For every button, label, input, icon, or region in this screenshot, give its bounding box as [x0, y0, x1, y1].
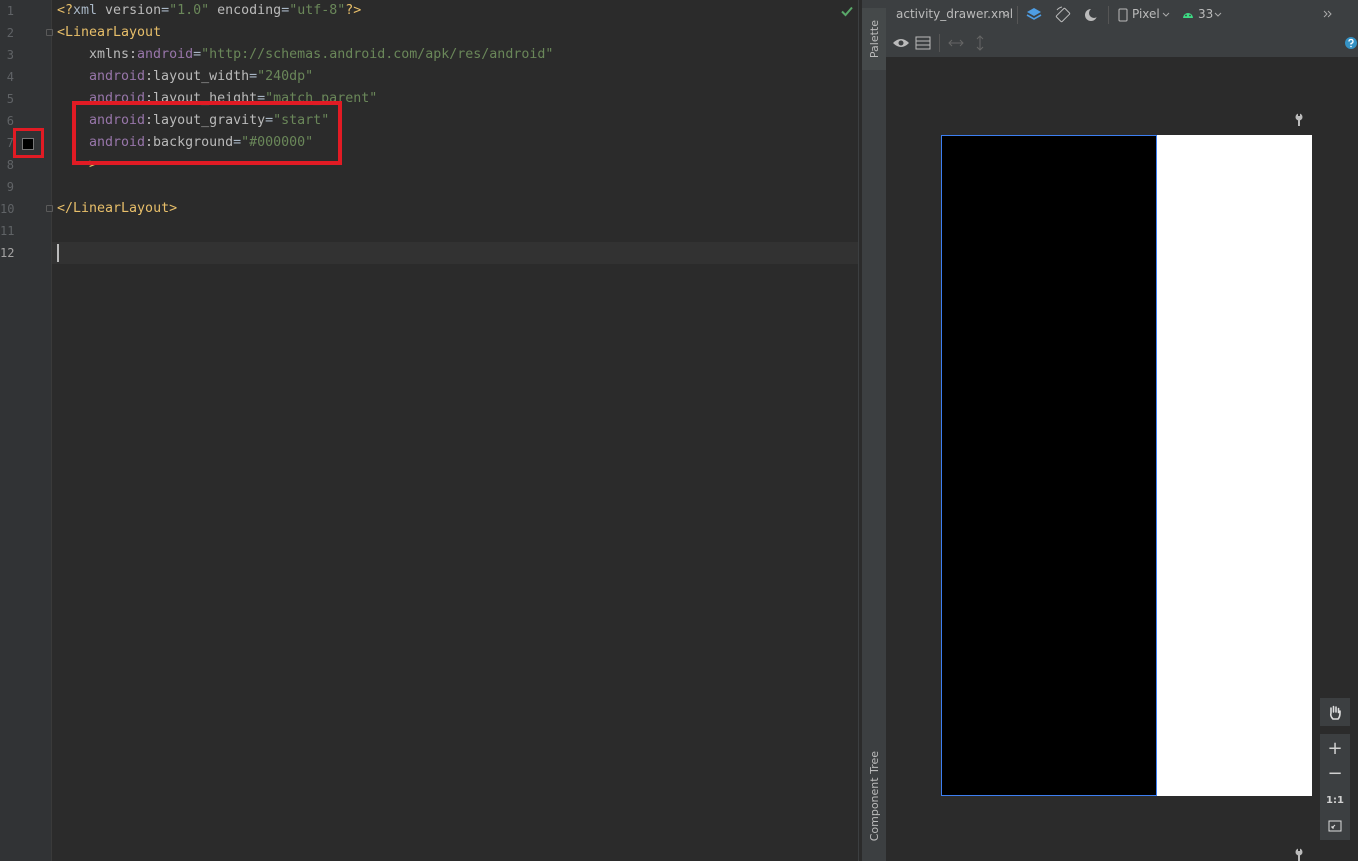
equals: = [161, 3, 170, 18]
resize-vertical-icon[interactable] [974, 35, 986, 51]
attr-namespace: android [137, 47, 194, 62]
fit-screen-icon [1328, 820, 1342, 832]
code-line-10[interactable]: </LinearLayout> [57, 198, 177, 220]
code-line-1[interactable]: <?xml version="1.0" encoding="utf-8"?> [57, 0, 361, 22]
code-editor[interactable]: 1 2 3 4 5 6 7 8 9 10 11 12 <?xml version… [0, 0, 859, 861]
tab-palette[interactable]: Palette [862, 8, 886, 70]
linear-layout-drawer[interactable] [941, 135, 1157, 796]
zoom-actual-size-button[interactable]: 1:1 [1320, 786, 1350, 814]
android-icon [1183, 13, 1193, 18]
design-panel: activity_drawer.xml Pixel 33 + − 1:1 [886, 0, 1358, 861]
equals: = [249, 69, 258, 84]
fold-marker-icon[interactable] [46, 205, 53, 212]
attr-name: version [97, 3, 162, 18]
check-icon[interactable] [840, 4, 854, 18]
annotation-highlight-box [13, 128, 44, 158]
more-icon[interactable] [1323, 9, 1333, 19]
attr-value: "http://schemas.android.com/apk/res/andr… [201, 47, 554, 62]
line-number: 6 [6, 114, 14, 128]
annotation-highlight-box [72, 101, 342, 165]
wrench-icon[interactable] [1293, 113, 1305, 127]
toolbar-separator [1108, 6, 1109, 24]
line-number: 9 [6, 180, 14, 194]
zoom-in-button[interactable]: + [1320, 734, 1350, 762]
design-canvas[interactable]: + − 1:1 [886, 58, 1358, 861]
fold-marker-icon[interactable] [46, 29, 53, 36]
device-preview-screen[interactable] [941, 135, 1312, 796]
attr-name: xmlns: [89, 47, 138, 62]
tag-open: <LinearLayout [57, 25, 162, 40]
chevron-down-icon [1162, 12, 1170, 17]
equals: = [193, 47, 202, 62]
tag-close: </LinearLayout> [57, 201, 178, 216]
file-selector[interactable]: activity_drawer.xml [896, 7, 1013, 21]
code-line-4[interactable]: android:layout_width="240dp" [89, 66, 313, 88]
xml-decl-open: <? [57, 3, 74, 18]
chevron-down-icon [1002, 12, 1010, 17]
chevron-down-icon [1214, 12, 1222, 17]
attr-name: :layout_width [145, 69, 250, 84]
xml-decl-name: xml [73, 3, 98, 18]
eye-icon[interactable] [892, 35, 910, 51]
line-number: 11 [0, 224, 15, 238]
layers-icon[interactable] [1025, 6, 1043, 24]
attr-value: "240dp" [257, 69, 314, 84]
orientation-icon[interactable] [1054, 6, 1072, 24]
device-selector[interactable]: Pixel [1132, 7, 1160, 21]
line-number: 2 [6, 26, 14, 40]
attr-value: "1.0" [169, 3, 210, 18]
attr-value: "utf-8" [289, 3, 346, 18]
zoom-controls: + − 1:1 [1320, 696, 1350, 842]
blueprint-icon[interactable] [915, 36, 931, 50]
xml-decl-close: ?> [345, 3, 362, 18]
attr-name: encoding [209, 3, 282, 18]
current-line-highlight [52, 242, 858, 264]
design-toolbar: activity_drawer.xml Pixel 33 [886, 0, 1358, 31]
side-tool-strip: Palette Component Tree [862, 0, 886, 861]
code-line-3[interactable]: xmlns:android="http://schemas.android.co… [89, 44, 553, 66]
tab-component-tree[interactable]: Component Tree [862, 742, 886, 850]
zoom-fit-button[interactable] [1320, 812, 1350, 840]
night-mode-icon[interactable] [1083, 6, 1101, 24]
line-number: 10 [0, 202, 15, 216]
wrench-icon[interactable] [1293, 848, 1305, 861]
line-number: 8 [6, 158, 14, 172]
zoom-out-button[interactable]: − [1320, 759, 1350, 787]
line-number: 7 [6, 136, 14, 150]
hand-icon [1329, 705, 1341, 720]
line-number: 3 [6, 48, 14, 62]
help-icon[interactable] [1344, 36, 1358, 50]
line-number-current: 12 [0, 246, 15, 260]
line-number: 4 [6, 70, 14, 84]
tab-component-tree-label: Component Tree [867, 750, 881, 842]
pan-hand-button[interactable] [1320, 698, 1350, 726]
attr-namespace: android [89, 69, 146, 84]
line-number: 1 [6, 4, 14, 18]
design-subtoolbar [886, 30, 1358, 58]
code-line-2[interactable]: <LinearLayout [57, 22, 161, 44]
resize-horizontal-icon[interactable] [948, 36, 964, 50]
toolbar-separator [1017, 6, 1018, 24]
tab-palette-label: Palette [867, 19, 881, 59]
toolbar-separator [939, 34, 940, 52]
text-caret [57, 244, 59, 262]
api-level-selector[interactable]: 33 [1198, 7, 1213, 21]
line-number: 5 [6, 92, 14, 106]
device-icon [1118, 8, 1128, 22]
